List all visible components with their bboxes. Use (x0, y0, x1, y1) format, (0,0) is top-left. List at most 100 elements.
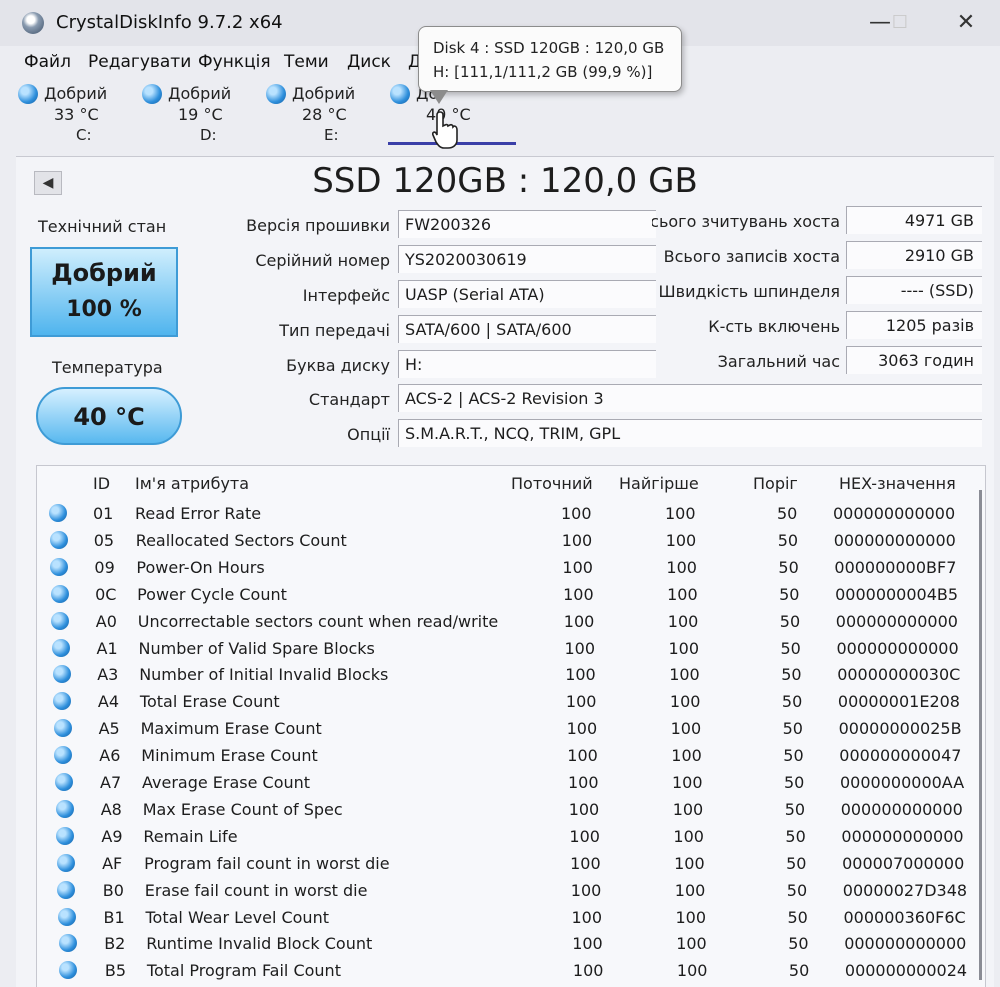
attribute-hex: 0000000000AA (840, 773, 965, 792)
attribute-hex: 000000000000 (840, 799, 963, 819)
attribute-hex: 000000000000 (833, 504, 956, 523)
status-good-icon (51, 611, 70, 630)
attribute-hex: 00000001E208 (837, 692, 960, 712)
table-row[interactable]: B1 Total Wear Level Count 100 100 50 00000036… (37, 904, 985, 931)
attribute-name: Erase fail count in worst die (144, 880, 368, 900)
attribute-threshold: 50 (781, 692, 803, 712)
temperature-display[interactable]: 40 °C (36, 387, 182, 445)
attribute-hex: 0000000004B5 (835, 584, 959, 604)
health-status-button[interactable]: Добрий 100 % (30, 247, 178, 337)
attribute-name: Program fail count in worst die (144, 853, 390, 873)
attribute-name: Maximum Erase Count (140, 719, 322, 739)
attribute-hex: 000007000000 (842, 853, 965, 873)
drive-letter: C: (76, 126, 92, 144)
table-row[interactable]: 09 Power-On Hours 100 100 50 000000000BF7 (37, 554, 985, 581)
table-row[interactable]: 0C Power Cycle Count 100 100 50 0000000004B5 (37, 581, 985, 608)
attribute-worst: 100 (670, 719, 702, 739)
menu-function[interactable]: Функція (198, 52, 271, 72)
attribute-hex: 00000000030C (837, 665, 961, 685)
column-header-hex[interactable]: HEX-значення (839, 474, 956, 493)
attribute-id: 0C (95, 584, 117, 604)
attribute-name: Number of Valid Spare Blocks (138, 638, 375, 658)
table-row[interactable]: B0 Erase fail count in worst die 100 100 50 0… (37, 877, 985, 904)
attribute-name: Total Program Fail Count (146, 961, 341, 981)
status-good-icon (58, 907, 76, 926)
table-row[interactable]: 05 Reallocated Sectors Count 100 100 50 00000… (37, 527, 985, 554)
table-row[interactable]: A9 Remain Life 100 100 50 000000000000 (37, 823, 985, 850)
attribute-id: A0 (95, 611, 117, 631)
attribute-id: A4 (97, 692, 120, 712)
attribute-current: 100 (561, 504, 592, 523)
attribute-current: 100 (570, 880, 602, 900)
drive-tab-c[interactable]: Добрий 33 °C C: (18, 80, 138, 146)
attribute-name: Reallocated Sectors Count (135, 530, 347, 550)
attribute-current: 100 (568, 799, 600, 819)
drive-status: Добрий (44, 84, 108, 103)
attribute-name: Power Cycle Count (137, 584, 287, 604)
host-writes-label: Всього записів хоста (663, 247, 840, 266)
close-button[interactable]: ✕ (946, 8, 986, 38)
window-title: CrystalDiskInfo 9.7.2 x64 (56, 12, 283, 33)
attribute-worst: 100 (667, 584, 698, 604)
previous-disk-button[interactable]: ◀ (34, 171, 62, 195)
table-row[interactable]: A0 Uncorrectable sectors count when read/… (37, 608, 985, 635)
interface-value: UASP (Serial ATA) (398, 280, 656, 308)
column-header-id[interactable]: ID (93, 474, 110, 493)
attribute-worst: 100 (672, 799, 704, 819)
table-row[interactable]: A6 Minimum Erase Count 100 100 50 00000000004… (37, 742, 985, 769)
table-row[interactable]: B5 Total Program Fail Count 100 100 50 000000… (37, 957, 985, 984)
table-row[interactable]: A5 Maximum Erase Count 100 100 50 00000000025… (37, 715, 985, 742)
status-good-icon (18, 84, 38, 104)
status-good-icon (56, 853, 75, 872)
table-row[interactable]: A4 Total Erase Count 100 100 50 00000001E208 (37, 688, 985, 715)
features-label: Опції (347, 425, 390, 444)
table-row[interactable]: A8 Max Erase Count of Spec 100 100 50 0000000… (37, 796, 985, 823)
status-good-icon (52, 638, 70, 657)
table-row[interactable]: B2 Runtime Invalid Block Count 100 100 50 000… (37, 930, 985, 957)
host-reads-label: Всього зчитувань хоста (652, 212, 840, 231)
attribute-worst: 100 (671, 746, 702, 766)
table-row[interactable]: 01 Read Error Rate 100 100 50 000000000000 (37, 500, 985, 527)
table-row[interactable]: AF Program fail count in worst die 100 100 5… (37, 850, 985, 877)
status-good-icon (53, 719, 72, 738)
attribute-worst: 100 (668, 638, 700, 658)
disk-panel: SSD 120GB : 120,0 GB ◀ Технічний стан До… (16, 156, 994, 987)
attribute-id: A7 (100, 773, 122, 792)
attribute-hex: 00000027D348 (842, 880, 968, 900)
column-header-name[interactable]: Ім'я атрибута (135, 474, 249, 493)
attribute-worst: 100 (673, 826, 704, 846)
smart-attributes-table[interactable]: ID Ім'я атрибута Поточний Найгірше Поріг… (36, 465, 986, 987)
attribute-id: A3 (97, 665, 119, 685)
column-header-threshold[interactable]: Поріг (753, 474, 798, 493)
attribute-hex: 000000000BF7 (834, 557, 957, 577)
status-good-icon (55, 773, 73, 791)
power-on-hours-label: Загальний час (717, 352, 840, 371)
attribute-current: 100 (562, 557, 593, 577)
menu-themes[interactable]: Теми (284, 52, 329, 72)
health-percent: 100 % (66, 297, 142, 322)
column-header-worst[interactable]: Найгірше (619, 474, 699, 493)
drive-tab-d[interactable]: Добрий 19 °C D: (142, 80, 262, 146)
attribute-id: B5 (104, 961, 127, 981)
maximize-button[interactable]: ☐ (880, 8, 920, 38)
serial-label: Серійний номер (255, 251, 390, 270)
power-on-count-label: К-сть включень (708, 317, 840, 336)
table-row[interactable]: A1 Number of Valid Spare Blocks 100 100 50 00… (37, 635, 985, 662)
attribute-current: 100 (568, 773, 599, 792)
table-row[interactable]: A7 Average Erase Count 100 100 50 0000000000A… (37, 769, 985, 796)
vertical-scrollbar[interactable] (979, 490, 982, 980)
menu-edit[interactable]: Редагувати (88, 52, 191, 72)
attribute-id: A6 (99, 746, 121, 766)
attribute-current: 100 (565, 692, 597, 712)
table-row[interactable]: A3 Number of Initial Invalid Blocks 100 100… (37, 661, 985, 688)
menu-file[interactable]: Файл (24, 52, 71, 72)
drive-letter: D: (200, 126, 217, 144)
drive-tab-e[interactable]: Добрий 28 °C E: (266, 80, 386, 146)
attribute-worst: 100 (669, 665, 700, 685)
column-header-current[interactable]: Поточний (511, 474, 593, 493)
status-good-icon (50, 557, 69, 576)
menu-disk[interactable]: Диск (347, 52, 391, 72)
attribute-threshold: 50 (778, 557, 799, 577)
attribute-id: 05 (93, 530, 115, 550)
attribute-name: Total Erase Count (139, 692, 280, 712)
